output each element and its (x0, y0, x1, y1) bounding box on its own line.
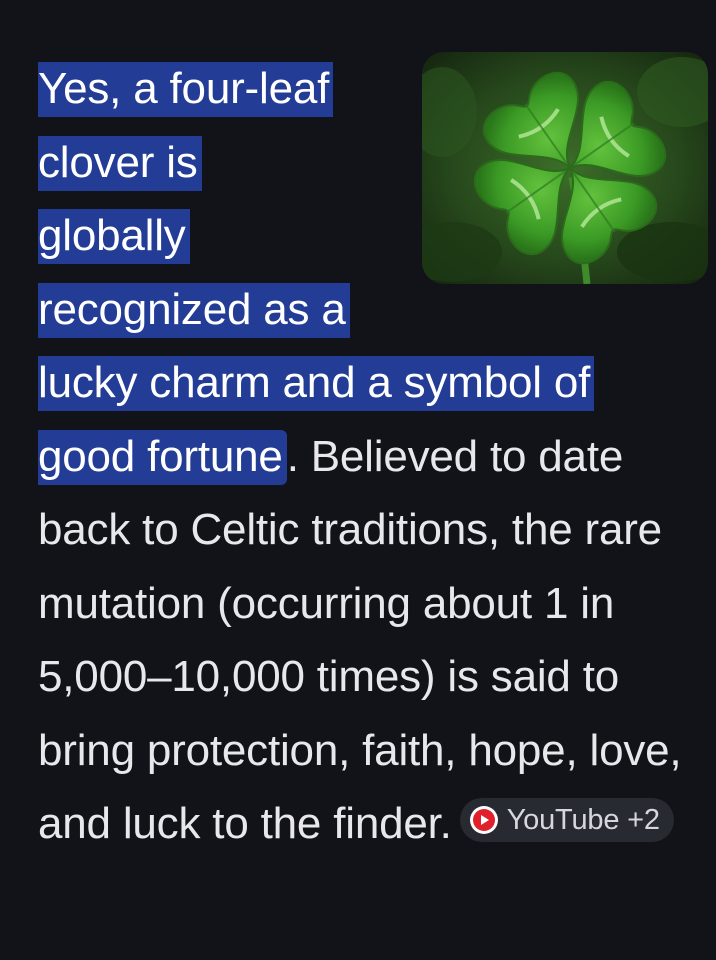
highlighted-line: good fortune (38, 429, 287, 485)
source-chip-youtube[interactable]: YouTube +2 (459, 798, 674, 843)
answer-body-text: . Believed to date back to Celtic tradit… (38, 431, 682, 849)
highlighted-line: lucky charm and a symbol of (38, 356, 595, 411)
four-leaf-clover-icon (422, 52, 708, 284)
highlighted-line: clover is (38, 135, 202, 191)
highlighted-line: Yes, a four-leaf (38, 62, 334, 117)
ai-answer-panel: Yes, a four-leaf clover is globally recogni… (38, 52, 708, 861)
source-chip-label: YouTube +2 (506, 804, 660, 837)
highlighted-line: recognized as a (38, 282, 350, 338)
youtube-icon (469, 806, 498, 835)
highlighted-line: globally (38, 209, 190, 264)
clover-thumbnail[interactable] (422, 52, 708, 284)
